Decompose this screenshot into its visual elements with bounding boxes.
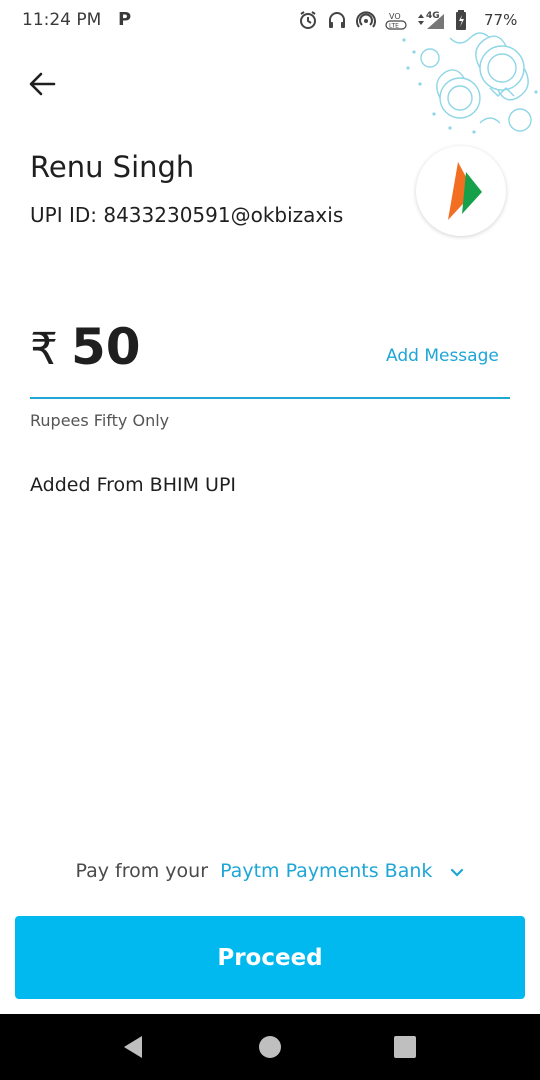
pay-from-label: Pay from your: [75, 860, 209, 882]
square-recents-icon: [394, 1036, 416, 1058]
bhim-logo: [416, 146, 506, 236]
amount-in-words: Rupees Fifty Only: [30, 411, 170, 430]
currency-symbol: ₹: [30, 324, 58, 375]
payment-source-selector[interactable]: Paytm Payments Bank: [220, 860, 432, 882]
back-arrow-icon: [29, 72, 56, 96]
triangle-back-icon: [124, 1036, 142, 1058]
upi-id: UPI ID: 8433230591@okbizaxis: [30, 203, 344, 227]
amount-underline: [30, 397, 510, 399]
add-message-link[interactable]: Add Message: [386, 346, 499, 366]
back-button[interactable]: [24, 66, 60, 102]
bhim-upi-icon: [448, 162, 482, 220]
signal-icon: 4G: [416, 10, 446, 30]
headset-icon: [327, 10, 347, 30]
navigation-bar: [0, 1014, 540, 1080]
nav-recents-button[interactable]: [392, 1034, 418, 1064]
svg-text:VO: VO: [389, 12, 401, 21]
alarm-icon: [298, 10, 318, 30]
circle-home-icon: [259, 1036, 281, 1058]
battery-percentage: 77%: [484, 11, 518, 29]
nav-back-button[interactable]: [120, 1034, 146, 1064]
decorative-pattern: [402, 32, 538, 134]
battery-icon: [455, 10, 467, 30]
payee-name: Renu Singh: [30, 150, 195, 184]
chevron-down-icon[interactable]: [450, 861, 464, 883]
network-type: 4G: [426, 11, 440, 21]
status-time: 11:24 PM: [22, 10, 102, 30]
amount-input[interactable]: 50: [71, 318, 141, 376]
proceed-button[interactable]: Proceed: [15, 916, 525, 999]
payment-note: Added From BHIM UPI: [30, 474, 237, 496]
hotspot-icon: [356, 10, 376, 30]
pay-from-row: Pay from your Paytm Payments Bank: [0, 860, 540, 883]
app-badge-icon: P: [118, 9, 132, 30]
nav-home-button[interactable]: [257, 1034, 283, 1064]
volte-icon: VO LTE: [385, 10, 407, 30]
